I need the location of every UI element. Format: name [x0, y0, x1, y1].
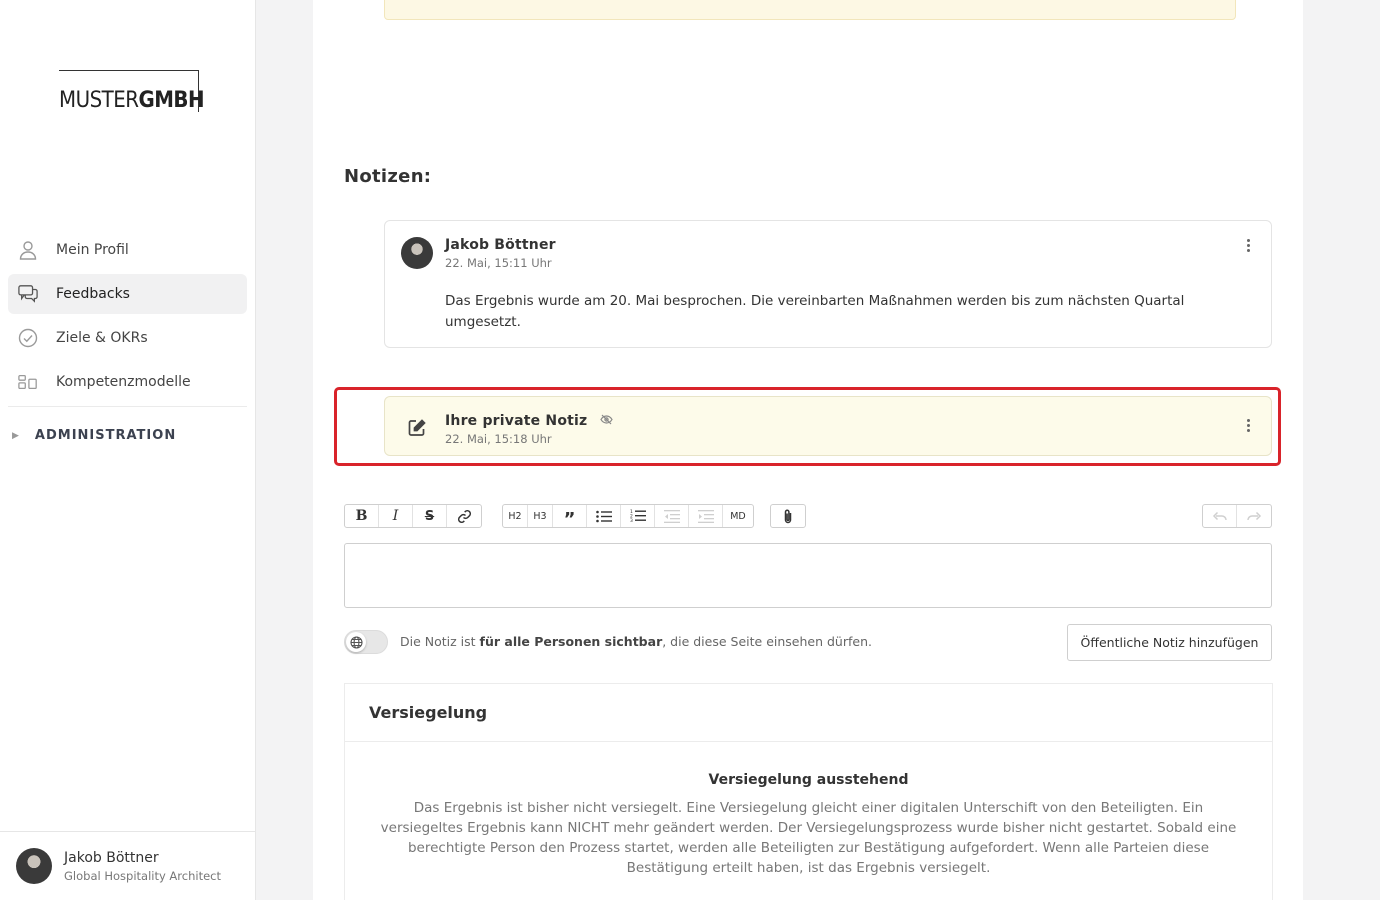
sidebar-item-kompetenzmodelle[interactable]: Kompetenzmodelle [8, 362, 247, 402]
edit-icon [407, 418, 427, 438]
outdent-icon [663, 509, 680, 523]
warning-banner [384, 0, 1236, 20]
user-icon [18, 240, 38, 260]
nav-divider [8, 406, 247, 407]
redo-icon [1247, 511, 1262, 521]
note-timestamp: 22. Mai, 15:18 Uhr [445, 432, 552, 446]
note-editor-textarea[interactable] [344, 543, 1272, 608]
company-logo[interactable]: MUSTERGMBH [59, 70, 205, 113]
toolbar-block-group: H2 H3 ” 123 MD [502, 504, 754, 529]
heading3-button[interactable]: H3 [528, 505, 553, 527]
markdown-button[interactable]: MD [723, 505, 753, 527]
bullet-list-icon [595, 510, 612, 522]
toolbar-format-group: B I S [344, 504, 482, 528]
italic-button[interactable]: I [379, 505, 413, 527]
seal-panel: Versiegelung Versiegelung ausstehend Das… [344, 683, 1273, 900]
attach-button[interactable] [771, 505, 805, 527]
note-author: Ihre private Notiz [445, 413, 614, 429]
current-user[interactable]: Jakob Böttner Global Hospitality Archite… [0, 831, 255, 900]
seal-status-title: Versiegelung ausstehend [708, 772, 909, 788]
toolbar-attach-group [770, 504, 806, 528]
eye-slash-icon [600, 413, 614, 429]
model-icon [18, 372, 38, 392]
sidebar-item-label: Mein Profil [56, 242, 129, 258]
add-public-note-button[interactable]: Öffentliche Notiz hinzufügen [1067, 624, 1272, 661]
svg-text:3: 3 [630, 518, 633, 523]
sidebar-item-label: Kompetenzmodelle [56, 374, 191, 390]
note-author: Jakob Böttner [445, 237, 556, 253]
quote-button[interactable]: ” [553, 505, 587, 529]
numbered-list-icon: 123 [630, 509, 646, 523]
paperclip-icon [784, 509, 792, 523]
seal-heading: Versiegelung [345, 684, 1272, 742]
main-content: Notizen: Jakob Böttner 22. Mai, 15:11 Uh… [313, 0, 1303, 900]
visibility-text: Die Notiz ist für alle Personen sichtbar… [400, 634, 872, 649]
note-body: Das Ergebnis wurde am 20. Mai besprochen… [445, 293, 1185, 330]
indent-icon [697, 509, 714, 523]
link-icon [457, 509, 471, 523]
more-vertical-icon[interactable] [1245, 239, 1251, 254]
check-circle-icon [18, 328, 38, 348]
avatar [16, 848, 52, 884]
user-role: Global Hospitality Architect [64, 868, 221, 883]
numbered-list-button[interactable]: 123 [621, 505, 655, 527]
more-vertical-icon[interactable] [1245, 419, 1251, 434]
undo-button[interactable] [1203, 505, 1237, 527]
sidebar-item-label: Ziele & OKRs [56, 330, 148, 346]
caret-right-icon: ▶ [12, 430, 20, 441]
globe-icon [349, 635, 363, 649]
avatar [401, 237, 433, 269]
sidebar-item-label: Feedbacks [56, 286, 130, 302]
sidebar-section-administration[interactable]: ▶ ADMINISTRATION [12, 428, 176, 443]
sidebar-item-mein-profil[interactable]: Mein Profil [8, 230, 247, 270]
notes-heading: Notizen: [344, 166, 432, 187]
heading2-button[interactable]: H2 [503, 505, 528, 527]
user-name: Jakob Böttner [64, 849, 159, 866]
sidebar-item-ziele-okrs[interactable]: Ziele & OKRs [8, 318, 247, 358]
bullet-list-button[interactable] [587, 505, 621, 527]
note-card: Jakob Böttner 22. Mai, 15:11 Uhr Das Erg… [384, 220, 1272, 348]
sidebar: MUSTERGMBH Mein Profil Feedbacks Ziele &… [0, 0, 256, 900]
bold-button[interactable]: B [345, 505, 379, 527]
toolbar-history-group [1202, 504, 1272, 528]
note-timestamp: 22. Mai, 15:11 Uhr [445, 256, 552, 270]
sidebar-nav: Mein Profil Feedbacks Ziele & OKRs Kompe… [8, 230, 247, 407]
link-button[interactable] [447, 505, 481, 527]
redo-button[interactable] [1237, 505, 1271, 527]
chat-icon [18, 284, 38, 304]
outdent-button[interactable] [655, 505, 689, 527]
indent-button[interactable] [689, 505, 723, 527]
private-note-card: Ihre private Notiz 22. Mai, 15:18 Uhr [384, 396, 1272, 456]
strikethrough-button[interactable]: S [413, 505, 447, 527]
sidebar-item-feedbacks[interactable]: Feedbacks [8, 274, 247, 314]
visibility-toggle[interactable] [344, 630, 388, 654]
seal-status-text: Das Ergebnis ist bisher nicht versiegelt… [380, 800, 1237, 876]
undo-icon [1212, 511, 1227, 521]
